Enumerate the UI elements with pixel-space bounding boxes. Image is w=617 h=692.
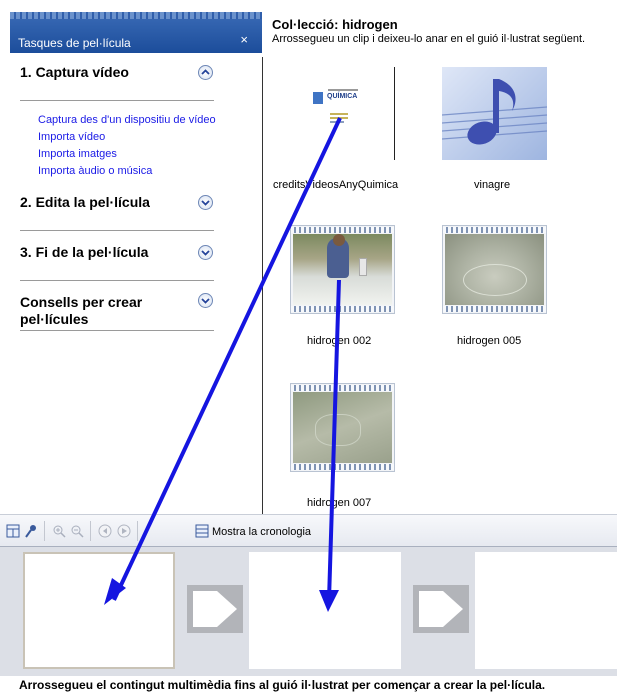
collection-subtitle: Arrossegueu un clip i deixeu-lo anar en … (272, 33, 586, 45)
chevron-down-icon[interactable] (198, 195, 213, 210)
film-strip (291, 385, 394, 391)
section-tips: Consells per crear pel·lícules (20, 294, 214, 328)
link-import-images[interactable]: Importa imatges (38, 146, 216, 163)
film-strip (443, 306, 546, 312)
logo-line (330, 117, 348, 119)
section-title-finish[interactable]: 3. Fi de la pel·lícula (20, 244, 214, 261)
logo-mark (313, 92, 323, 104)
thumb-edge (394, 67, 395, 160)
movie-tasks-pane: Tasques de pel·lícula × 1. Captura vídeo… (0, 0, 263, 514)
logo-line (330, 113, 348, 115)
bottle-shape (359, 258, 367, 276)
section-title-tips-2[interactable]: pel·lícules (20, 311, 214, 328)
logo-text: QUÍMICA (327, 93, 358, 100)
pane-divider (262, 57, 263, 514)
clip-item[interactable]: QUÍMICA (290, 67, 395, 162)
section-edit: 2. Edita la pel·lícula (20, 194, 214, 211)
clip-label: hidrogen 007 (307, 497, 372, 509)
zoom-in-icon[interactable] (52, 524, 66, 538)
clip-label: vinagre (474, 179, 511, 191)
toolbar-separator (90, 521, 91, 541)
tasks-title: Tasques de pel·lícula (18, 36, 131, 50)
chevron-down-icon[interactable] (198, 293, 213, 308)
link-import-audio[interactable]: Importa àudio o música (38, 163, 216, 180)
section-capture: 1. Captura vídeo (20, 64, 214, 81)
logo-line (328, 89, 358, 91)
play-icon[interactable] (117, 524, 131, 538)
head-shape (333, 234, 345, 246)
storyboard-toolbar: Mostra la cronologia (0, 514, 617, 547)
tasks-header: Tasques de pel·lícula × (10, 12, 262, 53)
film-strip (291, 464, 394, 470)
film-strip (291, 306, 394, 312)
image-thumbnail: QUÍMICA (290, 67, 395, 162)
film-strip (443, 227, 546, 233)
transition-slot[interactable] (413, 585, 469, 633)
show-timeline-button[interactable]: Mostra la cronologia (212, 526, 311, 538)
section-divider (20, 230, 214, 231)
collection-pane: Col·lecció: hidrogen Arrossegueu un clip… (262, 0, 617, 514)
transition-arrow-icon (193, 591, 237, 627)
header-grip (10, 12, 262, 19)
clip-item[interactable] (290, 225, 395, 314)
clip-item[interactable] (442, 225, 547, 314)
zoom-out-icon[interactable] (70, 524, 84, 538)
clip-label: creditsVideosAnyQuimica (273, 179, 399, 191)
video-frame (445, 234, 544, 305)
clip-item[interactable] (290, 383, 395, 472)
section-divider (20, 280, 214, 281)
section-title-tips-1[interactable]: Consells per crear (20, 294, 214, 311)
section-title-edit[interactable]: 2. Edita la pel·lícula (20, 194, 214, 211)
storyboard (0, 546, 617, 677)
transition-arrow-icon (419, 591, 463, 627)
audio-note-icon (441, 67, 548, 160)
chevron-up-icon[interactable] (198, 65, 213, 80)
link-capture-device[interactable]: Captura des d'un dispositiu de vídeo (38, 112, 216, 129)
section-divider (20, 330, 214, 331)
storyboard-icon[interactable] (6, 524, 20, 538)
clip-label: hidrogen 002 (307, 335, 372, 347)
transition-slot[interactable] (187, 585, 243, 633)
link-import-video[interactable]: Importa vídeo (38, 129, 216, 146)
clip-label: hidrogen 005 (457, 335, 522, 347)
tasks-body: 1. Captura vídeo Captura des d'un dispos… (10, 53, 263, 514)
narration-icon[interactable] (24, 524, 38, 538)
chevron-down-icon[interactable] (198, 245, 213, 260)
capture-links: Captura des d'un dispositiu de vídeo Imp… (38, 112, 216, 180)
toolbar-separator (44, 521, 45, 541)
logo-line (330, 121, 344, 123)
section-finish: 3. Fi de la pel·lícula (20, 244, 214, 261)
collection-title: Col·lecció: hidrogen (272, 17, 398, 32)
music-note-icon (441, 79, 548, 145)
flask-shape (463, 264, 527, 296)
film-strip (291, 227, 394, 233)
clip-item[interactable] (441, 67, 548, 162)
storyboard-hint-bar: Arrossegueu el contingut multimèdia fins… (0, 676, 617, 692)
storyboard-slot[interactable] (249, 552, 401, 669)
close-icon[interactable]: × (240, 32, 248, 47)
section-title-capture[interactable]: 1. Captura vídeo (20, 64, 214, 81)
section-divider (20, 100, 214, 101)
dish-shape (315, 414, 361, 446)
video-frame (293, 392, 392, 463)
storyboard-slot[interactable] (475, 552, 617, 669)
timeline-icon[interactable] (195, 524, 209, 538)
storyboard-slot[interactable] (23, 552, 175, 669)
toolbar-separator (137, 521, 138, 541)
rewind-icon[interactable] (98, 524, 112, 538)
video-frame (293, 234, 392, 305)
